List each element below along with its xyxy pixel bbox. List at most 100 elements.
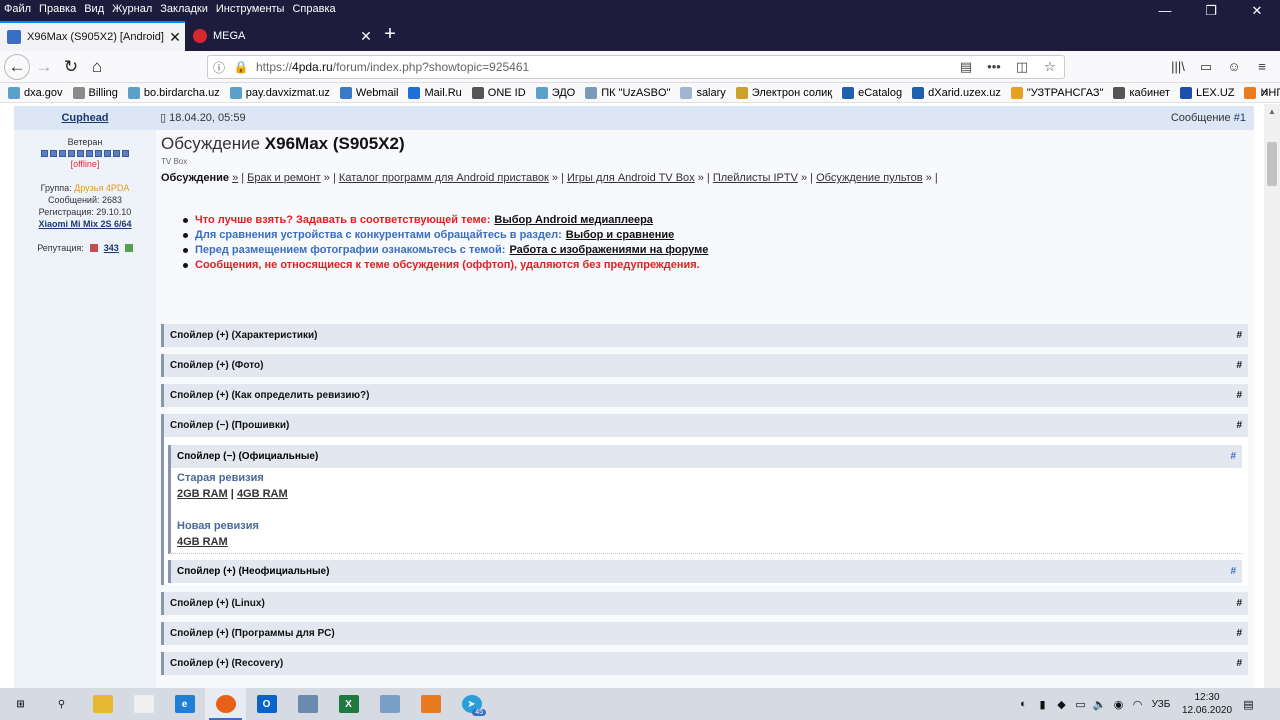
menu-tools[interactable]: Инструменты	[216, 3, 285, 15]
tab-close-icon[interactable]: ✕	[356, 28, 376, 45]
spoiler-anchor-link[interactable]: #	[1236, 414, 1242, 437]
bookmark-item[interactable]: pay.davxizmat.uz	[229, 86, 330, 99]
spoiler-anchor-link[interactable]: #	[1236, 354, 1242, 377]
author-name-link[interactable]: Cuphead	[14, 106, 156, 130]
page-actions-icon[interactable]: •••	[980, 59, 1008, 75]
reputation-value-link[interactable]: 343	[104, 243, 119, 253]
author-device-link[interactable]: Xiaomi Mi Mix 2S 6/64	[14, 219, 156, 229]
wifi-icon[interactable]: ◠	[1128, 698, 1147, 711]
page-scrollbar[interactable]: ▲	[1264, 104, 1280, 688]
topic-nav-link[interactable]: Брак и ремонт	[247, 172, 321, 184]
notifications-icon[interactable]: ▤	[1239, 698, 1258, 711]
spoiler-header[interactable]: Спойлер (+) (Как определить ревизию?) #	[161, 384, 1248, 407]
bookmark-item[interactable]: eCatalog	[842, 86, 902, 99]
volume-icon[interactable]: 🔈	[1090, 698, 1109, 711]
topic-nav-arrow[interactable]: »	[232, 172, 238, 184]
bookmark-item[interactable]: кабинет	[1113, 86, 1170, 99]
clock[interactable]: 12:30 12.06.2020	[1175, 691, 1239, 717]
tab-4pda[interactable]: X96Max (S905X2) [Android] - 4 ✕	[0, 21, 185, 51]
firmware-download-link[interactable]: 4GB RAM	[177, 536, 228, 548]
bookmark-item[interactable]: Электрон солиқ	[735, 86, 832, 99]
pocket-icon[interactable]: ◫	[1008, 59, 1036, 75]
menu-bookmarks[interactable]: Закладки	[160, 3, 208, 15]
taskbar-start-button[interactable]: ⊞	[0, 688, 41, 720]
site-info-icon[interactable]: ⓘ	[208, 59, 230, 76]
topic-nav-link[interactable]: Каталог программ для Android приставок	[339, 172, 549, 184]
rule-link[interactable]: Выбор Android медиаплеера	[494, 214, 653, 226]
new-tab-button[interactable]: +	[380, 21, 400, 49]
spoiler-header[interactable]: Спойлер (−) (Официальные) #	[168, 445, 1242, 468]
library-icon[interactable]: |||\	[1164, 54, 1192, 80]
rule-link[interactable]: Выбор и сравнение	[566, 229, 674, 241]
network-icon[interactable]: ▮	[1033, 698, 1052, 711]
show-desktop-button[interactable]	[1258, 688, 1280, 720]
account-icon[interactable]: ☺	[1220, 54, 1248, 80]
url-text[interactable]: https://4pda.ru/forum/index.php?showtopi…	[252, 60, 952, 74]
taskbar-ie-button[interactable]: e	[164, 688, 205, 720]
topic-nav-link[interactable]: Обсуждение пультов	[816, 172, 923, 184]
topic-nav-link[interactable]: Плейлисты IPTV	[713, 172, 798, 184]
spoiler-header[interactable]: Спойлер (+) (Linux) #	[161, 592, 1248, 615]
bookmark-item[interactable]: LEX.UZ	[1179, 86, 1234, 99]
menu-hamburger-icon[interactable]: ≡	[1248, 54, 1276, 80]
tray-icon[interactable]: ◐	[1014, 698, 1033, 710]
url-bar[interactable]: ⓘ 🔒 https://4pda.ru/forum/index.php?show…	[207, 55, 1065, 79]
taskbar-search-button[interactable]: ⚲	[41, 688, 82, 720]
menu-help[interactable]: Справка	[292, 3, 335, 15]
bookmark-item[interactable]: Mail.Ru	[408, 86, 462, 99]
spoiler-header[interactable]: Спойлер (−) (Прошивки) #	[161, 414, 1248, 437]
spoiler-header[interactable]: Спойлер (+) (Неофициальные) #	[168, 560, 1242, 583]
tab-close-icon[interactable]: ✕	[165, 29, 185, 46]
scroll-up-icon[interactable]: ▲	[1264, 104, 1280, 120]
firmware-download-link[interactable]: 2GB RAM	[177, 488, 228, 500]
post-number-link[interactable]: #1	[1234, 112, 1246, 124]
taskbar-files-button[interactable]	[123, 688, 164, 720]
spoiler-anchor-link[interactable]: #	[1236, 622, 1242, 645]
menu-file[interactable]: Файл	[4, 3, 31, 15]
spoiler-header[interactable]: Спойлер (+) (Фото) #	[161, 354, 1248, 377]
taskbar-photos-button[interactable]	[287, 688, 328, 720]
sidebar-icon[interactable]: ▭	[1192, 54, 1220, 80]
taskbar-images-button[interactable]	[369, 688, 410, 720]
firmware-download-link[interactable]: 4GB RAM	[237, 488, 288, 500]
bookmark-item[interactable]: salary	[680, 86, 726, 99]
spoiler-header[interactable]: Спойлер (+) (Характеристики) #	[161, 324, 1248, 347]
spoiler-anchor-link[interactable]: #	[1236, 652, 1242, 675]
taskbar-firefox-button[interactable]	[205, 688, 246, 720]
bookmark-item[interactable]: dxa.gov	[8, 86, 63, 99]
language-icon[interactable]: ◉	[1109, 698, 1128, 711]
reputation-plus-button[interactable]	[124, 244, 133, 252]
bookmark-item[interactable]: dXarid.uzex.uz	[912, 86, 1001, 99]
battery-icon[interactable]: ▭	[1071, 698, 1090, 711]
spoiler-anchor-link[interactable]: #	[1230, 445, 1236, 468]
bookmark-item[interactable]: "УЗТРАНСГАЗ"	[1010, 86, 1103, 99]
taskbar-editor-button[interactable]	[410, 688, 451, 720]
bookmark-item[interactable]: Billing	[72, 86, 118, 99]
taskbar-excel-button[interactable]: X	[328, 688, 369, 720]
taskbar-outlook-button[interactable]: O	[246, 688, 287, 720]
bookmark-item[interactable]: ПК "UzASBO"	[585, 86, 670, 99]
bookmarks-more-icon[interactable]: »	[1261, 85, 1268, 99]
spoiler-anchor-link[interactable]: #	[1236, 384, 1242, 407]
bookmark-item[interactable]: ONE ID	[471, 86, 526, 99]
forward-button[interactable]: →	[31, 54, 57, 80]
bookmark-star-icon[interactable]: ☆	[1036, 59, 1064, 75]
taskbar-telegram-button[interactable]: ➤ 45	[451, 688, 492, 720]
back-button[interactable]: ←	[4, 54, 30, 80]
menu-history[interactable]: Журнал	[112, 3, 152, 15]
menu-edit[interactable]: Правка	[39, 3, 76, 15]
input-language[interactable]: УЗБ	[1147, 699, 1175, 710]
taskbar-explorer-button[interactable]	[82, 688, 123, 720]
reputation-minus-button[interactable]	[89, 244, 98, 252]
menu-view[interactable]: Вид	[84, 3, 104, 15]
spoiler-header[interactable]: Спойлер (+) (Recovery) #	[161, 652, 1248, 675]
spoiler-anchor-link[interactable]: #	[1230, 560, 1236, 583]
spoiler-anchor-link[interactable]: #	[1236, 592, 1242, 615]
shield-icon[interactable]: ◆	[1052, 698, 1071, 711]
tab-mega[interactable]: MEGA ✕	[186, 21, 376, 51]
scroll-thumb[interactable]	[1267, 142, 1277, 186]
spoiler-header[interactable]: Спойлер (+) (Программы для PC) #	[161, 622, 1248, 645]
bookmark-item[interactable]: Webmail	[339, 86, 398, 99]
rule-link[interactable]: Работа с изображениями на форуме	[509, 244, 708, 256]
home-button[interactable]: ⌂	[84, 54, 110, 80]
